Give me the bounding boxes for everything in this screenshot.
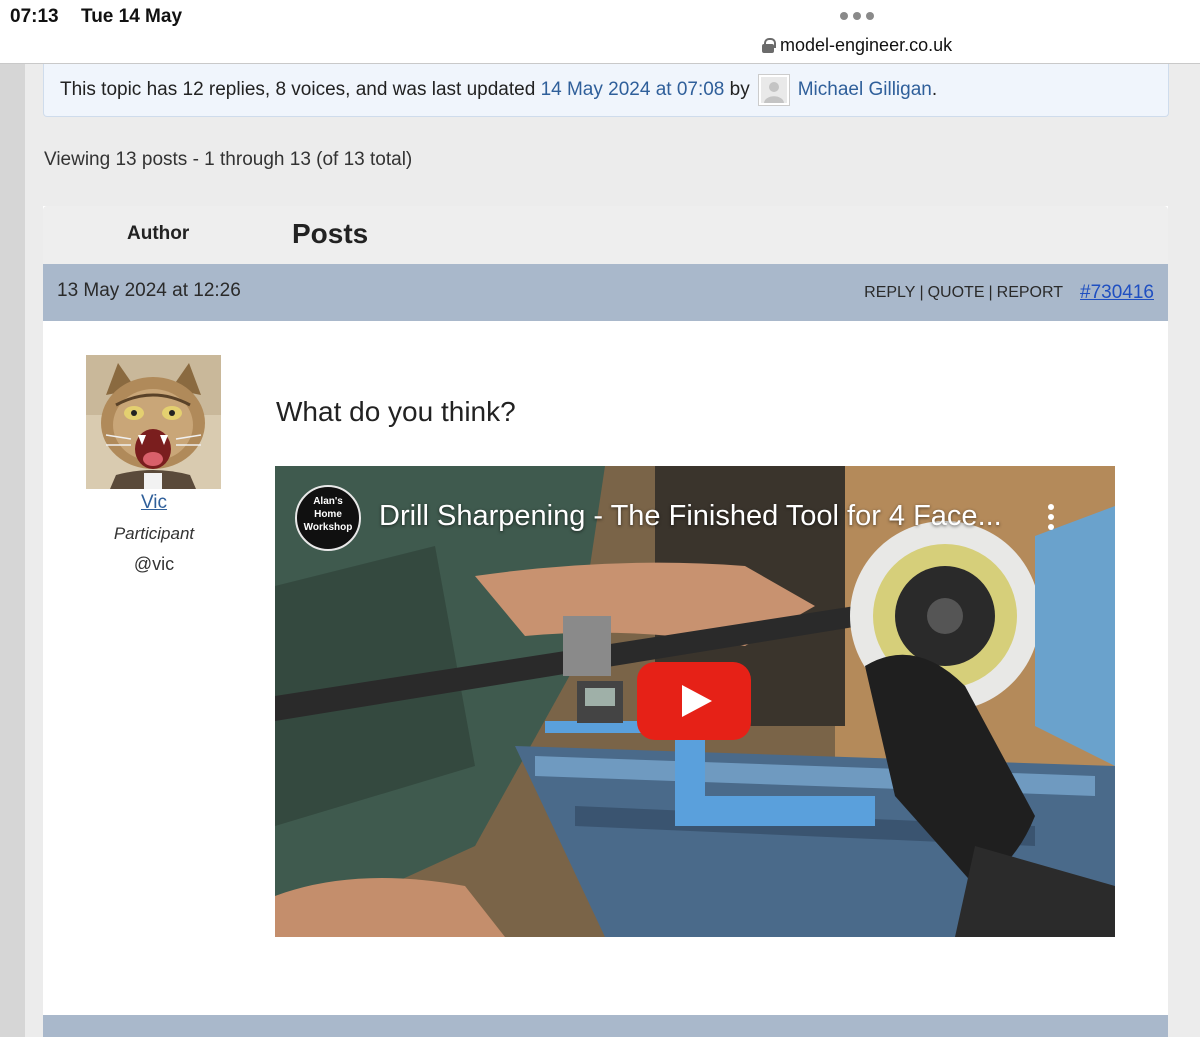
youtube-play-icon[interactable] [637,662,751,740]
notice-suffix: . [931,79,938,100]
status-time: 07:13 [10,6,59,27]
post-header: 13 May 2024 at 12:26 REPLY | QUOTE | REP… [43,264,1168,321]
post-actions: REPLY | QUOTE | REPORT #730416 [864,282,1154,304]
topic-info-notice: This topic has 12 replies, 8 voices, and… [43,64,1169,117]
divider: | [988,284,993,301]
post-body-text: What do you think? [276,396,516,427]
notice-by: by [729,79,750,100]
channel-logo-line-3: Workshop [303,522,353,533]
post-date: 13 May 2024 at 12:26 [57,280,241,301]
author-column-header: Author [127,223,190,244]
more-vertical-icon[interactable] [1047,504,1055,534]
browser-status-bar: 07:13 Tue 14 May model-engineer.co.uk [0,0,1200,64]
author-handle: @vic [133,554,175,574]
author-name-link[interactable]: Vic [43,492,265,514]
viewing-count: Viewing 13 posts - 1 through 13 (of 13 t… [44,149,413,170]
post-permalink[interactable]: #730416 [1080,282,1154,304]
channel-logo-line-2: Home [314,509,342,520]
user-avatar-icon[interactable] [757,74,790,106]
reply-link[interactable]: REPLY [864,284,915,302]
channel-logo-line-1: Alan's [313,496,343,507]
url-text: model-engineer.co.uk [780,35,953,55]
author-role: Participant [113,524,195,543]
status-date: Tue 14 May [81,6,183,27]
multitasking-dots-icon[interactable] [840,12,874,20]
channel-logo[interactable]: Alan's Home Workshop [295,485,361,551]
next-post-header [43,1015,1168,1037]
last-poster-link[interactable]: Michael Gilligan [798,79,932,101]
divider: | [919,284,924,301]
lock-icon [762,38,776,53]
page-gutter [0,64,25,1037]
angry-cat-avatar[interactable] [86,355,221,489]
notice-prefix: This topic has 12 replies, 8 voices, and… [60,79,536,100]
report-link[interactable]: REPORT [997,284,1063,302]
last-updated-link[interactable]: 14 May 2024 at 07:08 [541,79,725,101]
quote-link[interactable]: QUOTE [928,284,985,302]
table-header: Author Posts [43,206,1168,264]
address-bar[interactable]: model-engineer.co.uk [762,35,952,56]
video-title[interactable]: Drill Sharpening - The Finished Tool for… [379,500,1002,533]
embedded-youtube-video[interactable]: Alan's Home Workshop Drill Sharpening - … [275,466,1115,937]
posts-column-header: Posts [292,218,369,249]
forum-topic-table: Author Posts 13 May 2024 at 12:26 REPLY … [43,206,1168,1037]
